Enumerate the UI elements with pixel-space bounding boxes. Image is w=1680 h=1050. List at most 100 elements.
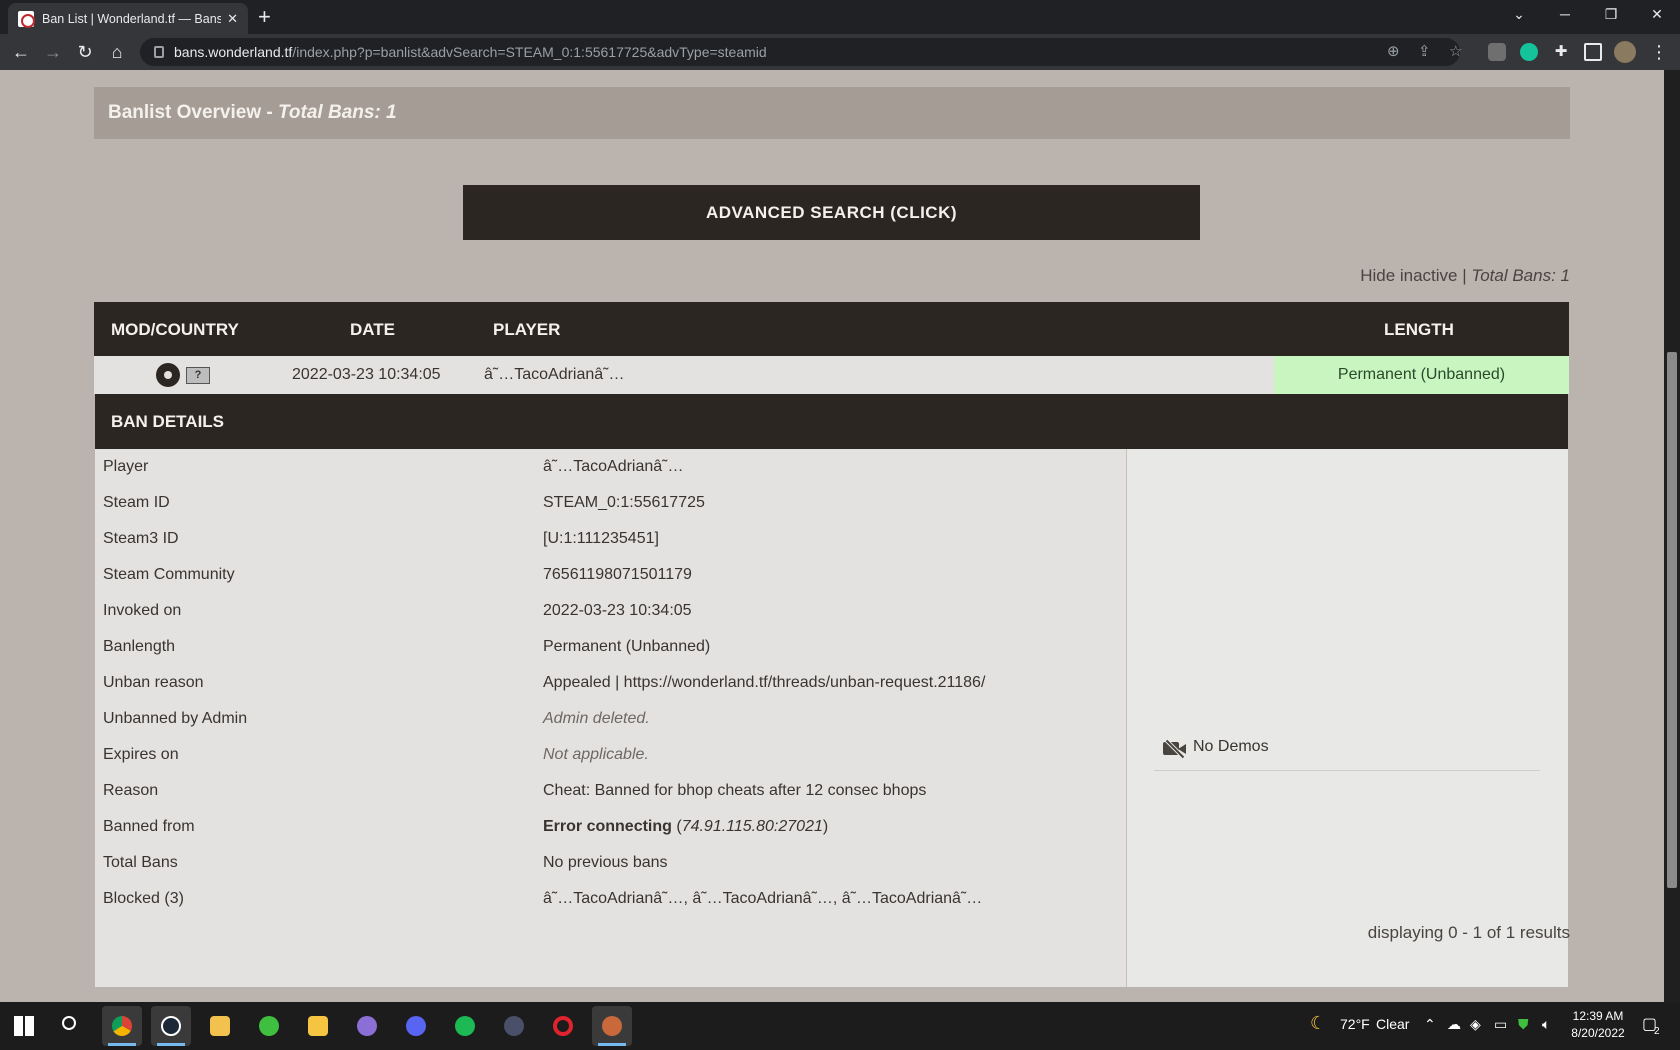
game-mod-icon (156, 363, 180, 387)
discord-taskbar-icon[interactable] (396, 1006, 436, 1046)
no-demos-label: No Demos (1193, 738, 1269, 755)
forward-arrow-icon[interactable]: → (40, 39, 66, 65)
security-icon[interactable]: ⛊ (1518, 1016, 1529, 1033)
extensions-puzzle-icon[interactable]: ✚ (1552, 43, 1570, 61)
onedrive-icon[interactable]: ☁ (1447, 1016, 1461, 1033)
row-date: 2022-03-23 10:34:05 (292, 366, 441, 383)
detail-row-banlength: Banlength Permanent (Unbanned) (103, 638, 711, 655)
volume-icon[interactable]: 🔈︎ (1542, 1016, 1550, 1033)
tray-chevron-icon[interactable]: ⌃ (1424, 1016, 1436, 1033)
pagination-info: displaying 0 - 1 of 1 results (1367, 923, 1570, 942)
detail-row-steam-id: Steam ID STEAM_0:1:55617725 (103, 494, 705, 511)
extension-icon-1[interactable] (1488, 43, 1506, 61)
row-length: Permanent (Unbanned) (1274, 356, 1569, 394)
tf2-taskbar-icon[interactable] (592, 1006, 632, 1046)
site-favicon-icon (18, 10, 35, 28)
header-player: PLAYER (493, 320, 561, 339)
bookmark-star-icon[interactable]: ☆ (1449, 42, 1462, 60)
browser-toolbar: ← → ↻ ⌂ bans.wonderland.tf/index.php?p=b… (0, 34, 1680, 70)
file-explorer-taskbar-icon[interactable] (298, 1006, 338, 1046)
filter-bar: Hide inactive | Total Bans: 1 (1360, 266, 1570, 285)
new-tab-button[interactable]: + (258, 4, 271, 30)
tab-search-icon[interactable]: ⌄ (1496, 0, 1542, 30)
search-icon[interactable] (52, 1006, 92, 1046)
demos-panel (1126, 449, 1568, 987)
home-icon[interactable]: ⌂ (104, 39, 130, 65)
tab-title: Ban List | Wonderland.tf — Bans (42, 11, 222, 26)
page-scrollbar[interactable] (1664, 70, 1680, 1002)
browser-tab-strip: Ban List | Wonderland.tf — Bans ✕ + ⌄ ─ … (0, 0, 1680, 34)
clock-date: 8/20/2022 (1571, 1026, 1625, 1040)
header-length: LENGTH (1384, 320, 1454, 339)
clock-time: 12:39 AM (1572, 1009, 1624, 1023)
detail-row-banned-from: Banned from Error connecting (74.91.115.… (103, 818, 829, 835)
unban-reason-link[interactable]: Appealed | https://wonderland.tf/threads… (543, 674, 985, 692)
ban-details-list: Player â˜…TacoAdrianâ˜… Steam ID STEAM_0… (95, 449, 1126, 987)
minimize-icon[interactable]: ─ (1542, 0, 1588, 30)
detail-row-steam-community: Steam Community 76561198071501179 (103, 566, 692, 584)
vpn-lock-taskbar-icon[interactable] (494, 1006, 534, 1046)
weather-moon-icon: ☾ (1310, 1013, 1327, 1033)
lock-icon (154, 46, 164, 58)
share-icon[interactable]: ⇪ (1418, 42, 1431, 60)
detail-row-unbanned-by: Unbanned by Admin Admin deleted. (103, 710, 650, 727)
tray-app-icon[interactable]: ◈ (1470, 1016, 1481, 1033)
steam-community-link[interactable]: 76561198071501179 (543, 566, 692, 584)
browser-tab[interactable]: Ban List | Wonderland.tf — Bans ✕ (8, 3, 248, 34)
page-content: Banlist Overview - Total Bans: 1 ADVANCE… (0, 70, 1664, 1002)
unknown-flag-icon: ? (186, 367, 210, 384)
detail-row-expires-on: Expires on Not applicable. (103, 746, 649, 763)
reload-icon[interactable]: ↻ (72, 39, 98, 65)
zoom-icon[interactable]: ⊕ (1387, 42, 1400, 60)
detail-row-unban-reason: Unban reason Appealed | https://wonderla… (103, 674, 986, 692)
app-taskbar-icon-green[interactable] (249, 1006, 289, 1046)
detail-row-blocked: Blocked (3) â˜…TacoAdrianâ˜…, â˜…TacoAdr… (103, 890, 983, 907)
detail-row-invoked-on: Invoked on 2022-03-23 10:34:05 (103, 602, 692, 619)
hide-inactive-link[interactable]: Hide inactive (1360, 266, 1457, 285)
network-icon[interactable]: ▭ (1494, 1016, 1507, 1033)
banlist-overview-header: Banlist Overview - Total Bans: 1 (94, 87, 1570, 139)
address-bar[interactable]: bans.wonderland.tf/index.php?p=banlist&a… (140, 38, 1462, 66)
header-date: DATE (350, 320, 396, 339)
server-address: 74.91.115.80:27021 (681, 818, 823, 835)
overview-label: Banlist Overview - (108, 102, 279, 123)
filter-total-bans: Total Bans: 1 (1471, 266, 1570, 285)
side-panel-icon[interactable] (1584, 43, 1602, 61)
store-taskbar-icon[interactable] (200, 1006, 240, 1046)
demos-divider (1154, 770, 1540, 771)
close-window-icon[interactable]: ✕ (1634, 0, 1680, 30)
spotify-taskbar-icon[interactable] (445, 1006, 485, 1046)
detail-row-steam3-id: Steam3 ID [U:1:111235451] (103, 530, 659, 547)
header-mod-country: MOD/COUNTRY (111, 320, 239, 339)
system-clock[interactable]: 12:39 AM 8/20/2022 (1568, 1008, 1628, 1042)
weather-temp[interactable]: 72°F (1340, 1016, 1370, 1032)
detail-row-reason: Reason Cheat: Banned for bhop cheats aft… (103, 782, 927, 799)
tab-close-icon[interactable]: ✕ (227, 11, 238, 27)
restore-icon[interactable]: ❐ (1588, 0, 1634, 30)
opera-taskbar-icon[interactable] (543, 1006, 583, 1046)
app-taskbar-icon-purple[interactable] (347, 1006, 387, 1046)
ban-details-panel: BAN DETAILS Player â˜…TacoAdrianâ˜… Stea… (95, 394, 1568, 987)
detail-row-total-bans: Total Bans No previous bans (103, 854, 668, 871)
ban-details-title: BAN DETAILS (95, 394, 1568, 449)
no-video-icon (1163, 739, 1187, 759)
detail-row-player: Player â˜…TacoAdrianâ˜… (103, 458, 684, 475)
overview-total: Total Bans: 1 (278, 102, 397, 123)
steam-taskbar-icon[interactable] (151, 1006, 191, 1046)
advanced-search-button[interactable]: ADVANCED SEARCH (CLICK) (463, 185, 1200, 240)
scrollbar-thumb[interactable] (1667, 352, 1677, 888)
server-status: Error connecting (543, 818, 672, 835)
chrome-taskbar-icon[interactable] (102, 1006, 142, 1046)
notification-count: 2 (1654, 1026, 1660, 1037)
browser-menu-icon[interactable]: ⋮ (1646, 39, 1672, 65)
row-player: â˜…TacoAdrianâ˜… (484, 366, 625, 383)
profile-avatar[interactable] (1614, 41, 1636, 63)
url-text: bans.wonderland.tf/index.php?p=banlist&a… (174, 44, 767, 60)
banlist-table-header: MOD/COUNTRY DATE PLAYER LENGTH (94, 302, 1569, 356)
windows-taskbar: ☾ 72°F Clear ⌃ ☁ ◈ ▭ ⛊ 🔈︎ 12:39 AM 8/20/… (0, 1002, 1680, 1050)
table-row[interactable]: ? 2022-03-23 10:34:05 â˜…TacoAdrianâ˜… P… (94, 356, 1569, 394)
weather-condition[interactable]: Clear (1376, 1016, 1409, 1032)
back-arrow-icon[interactable]: ← (8, 39, 34, 65)
windows-start-icon[interactable] (4, 1006, 44, 1046)
grammarly-icon[interactable] (1520, 43, 1538, 61)
